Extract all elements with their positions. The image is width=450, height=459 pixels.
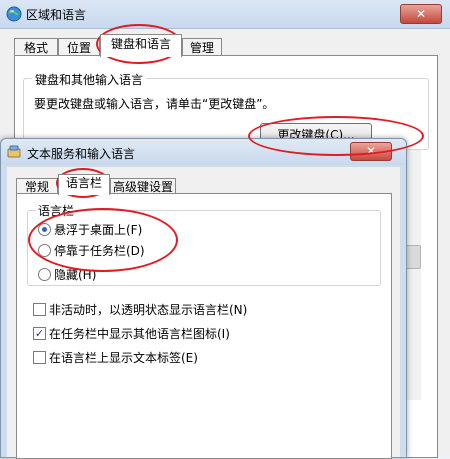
checkbox-label: 在任务栏中显示其他语言栏图标(I) <box>49 327 230 341</box>
language-bar-group: 语言栏 悬浮于桌面上(F) 停靠于任务栏(D) 隐藏(H) <box>27 202 381 286</box>
language-bar-group-title: 语言栏 <box>36 202 77 219</box>
tab-language-bar[interactable]: 语言栏 <box>58 174 110 195</box>
close-icon: ✕ <box>365 144 377 158</box>
keyboard-settings-icon <box>7 145 21 159</box>
radio-label: 悬浮于桌面上(F) <box>54 223 143 237</box>
checkbox-label: 非活动时，以透明状态显示语言栏(N) <box>49 303 248 317</box>
checkbox[interactable] <box>33 303 46 316</box>
dialog-title-bar: 文本服务和输入语言 ✕ <box>1 139 406 165</box>
checkbox[interactable] <box>33 351 46 364</box>
radio-button[interactable] <box>38 223 51 236</box>
dialog-title: 文本服务和输入语言 <box>27 147 136 161</box>
dialog-body: 常规 语言栏 高级键设置 语言栏 悬浮于桌面上(F) 停靠于任务栏(D) 隐藏(… <box>7 167 400 459</box>
tab-keyboards-languages[interactable]: 键盘和语言 <box>100 34 182 57</box>
radio-label: 隐藏(H) <box>54 268 97 282</box>
text-services-dialog: 文本服务和输入语言 ✕ 常规 语言栏 高级键设置 语言栏 悬浮于桌面上(F) 停… <box>0 138 407 459</box>
dialog-close-button[interactable]: ✕ <box>350 142 392 161</box>
bg-scroll-thumb[interactable] <box>405 245 421 269</box>
keyboard-group-title: 键盘和其他输入语言 <box>32 71 147 88</box>
radio-button[interactable] <box>38 268 51 281</box>
radio-label: 停靠于任务栏(D) <box>54 244 145 258</box>
close-icon: ✕ <box>415 7 427 21</box>
globe-icon <box>6 6 22 22</box>
checkbox-label: 在语言栏上显示文本标签(E) <box>49 351 198 365</box>
language-bar-panel: 语言栏 悬浮于桌面上(F) 停靠于任务栏(D) 隐藏(H) 非活动时，以透明状态… <box>16 193 392 459</box>
keyboard-hint-text: 要更改键盘或输入语言，请单击“更改键盘”。 <box>34 97 275 111</box>
bg-close-button[interactable]: ✕ <box>400 4 442 24</box>
checkbox[interactable]: ✓ <box>33 327 46 340</box>
bg-window-title: 区域和语言 <box>26 8 87 22</box>
bg-title-bar: 区域和语言 ✕ <box>0 0 450 29</box>
radio-button[interactable] <box>38 244 51 257</box>
